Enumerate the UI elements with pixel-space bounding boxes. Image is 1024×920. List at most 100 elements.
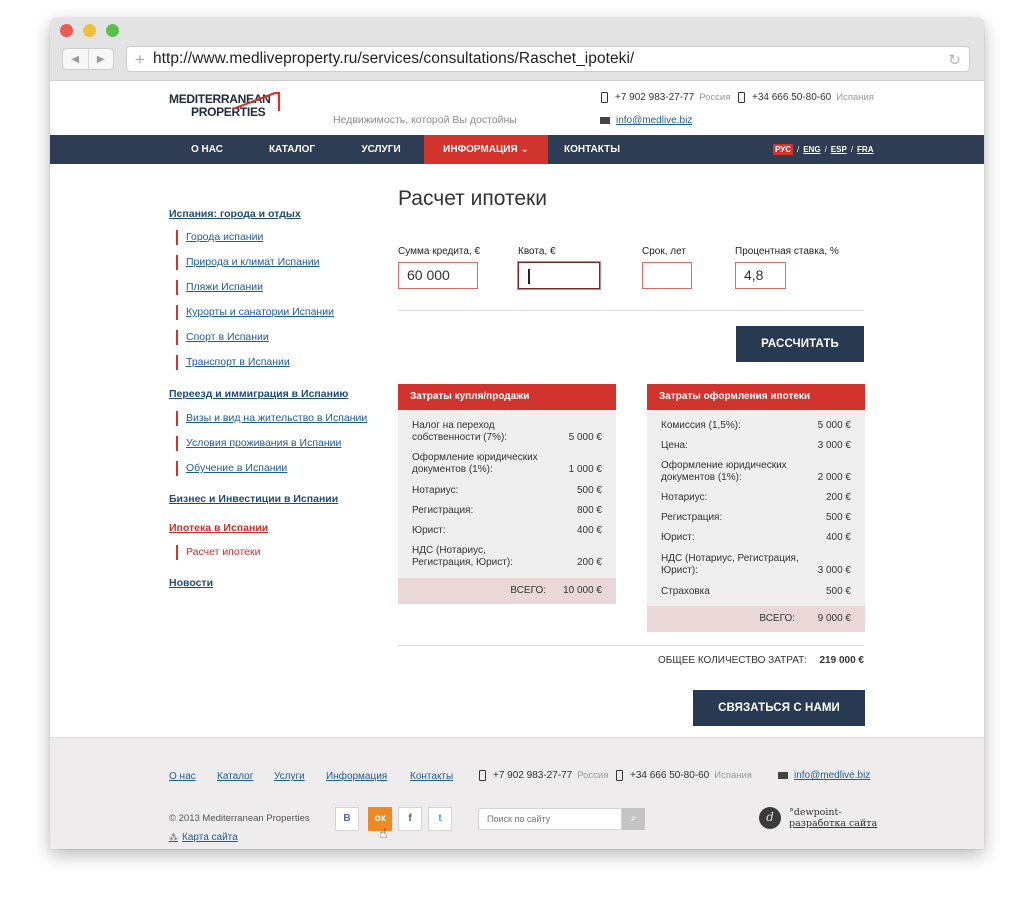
email-link[interactable]: info@medlive.biz: [616, 115, 692, 126]
row-value: 500 €: [576, 485, 602, 496]
nav-item-catalog[interactable]: КАТАЛОГ: [255, 135, 329, 164]
row-label: НДС (Нотариус, Регистрация, Юрист):: [412, 545, 513, 568]
nav-item-information[interactable]: ИНФОРМАЦИЯ ⌄: [424, 135, 548, 164]
sidebar-item-education[interactable]: Обучение в Испании: [176, 461, 287, 476]
sidebar-section-mortgage[interactable]: Ипотека в Испании: [169, 522, 268, 534]
mail-icon: [600, 117, 610, 124]
footer-link-contacts[interactable]: Контакты: [410, 771, 453, 782]
nav-item-services[interactable]: УСЛУГИ: [349, 135, 413, 164]
sidebar-item-resorts[interactable]: Курорты и санатории Испании: [176, 305, 334, 320]
row-value: 500 €: [825, 512, 851, 523]
quota-label: Квота, €: [518, 246, 556, 257]
page-title: Расчет ипотеки: [398, 187, 547, 210]
footer-email: info@medlive.biz: [778, 770, 870, 781]
browser-window: ◀ ▶ + http://www.medliveproperty.ru/serv…: [50, 18, 984, 849]
total-label: ВСЕГО:: [510, 585, 546, 596]
row-value: 200 €: [576, 557, 602, 568]
sidebar-item-transport[interactable]: Транспорт в Испании: [176, 355, 290, 370]
footer-link-services[interactable]: Услуги: [274, 771, 305, 782]
developer-tagline: разработка сайта: [789, 818, 878, 829]
sidebar-section-immigration[interactable]: Переезд и иммиграция в Испанию: [169, 388, 348, 400]
table-total-row: ВСЕГО: 9 000 €: [647, 606, 865, 632]
row-label: Юрист:: [412, 525, 446, 536]
row-label: Регистрация:: [412, 505, 474, 516]
sidebar-item-visas[interactable]: Визы и вид на жительство в Испании: [176, 411, 367, 426]
site-logo[interactable]: MEDITERRANEAN PROPERTIES: [169, 91, 289, 127]
twitter-share-icon[interactable]: t: [428, 807, 452, 831]
nav-item-about[interactable]: О НАС: [175, 135, 239, 164]
forward-arrow-icon[interactable]: ▶: [87, 49, 114, 69]
nav-item-contacts[interactable]: КОНТАКТЫ: [560, 135, 624, 164]
term-input[interactable]: [642, 262, 692, 289]
sidebar-item-cities[interactable]: Города испании: [176, 230, 263, 245]
sidebar-section-business[interactable]: Бизнес и Инвестиции в Испании: [169, 493, 338, 505]
sitemap-link[interactable]: ⁂ Карта сайта: [169, 832, 238, 843]
sidebar-item-nature[interactable]: Природа и климат Испании: [176, 255, 319, 270]
lang-es[interactable]: ESP: [831, 145, 847, 154]
lang-separator: /: [850, 145, 854, 154]
row-label: Комиссия (1,5%):: [661, 420, 741, 431]
dewpoint-logo-icon: d: [759, 807, 781, 829]
row-value: 200 €: [825, 492, 851, 503]
row-value: 3 000 €: [817, 565, 851, 576]
facebook-share-icon[interactable]: f: [398, 807, 422, 831]
developer-credit[interactable]: d °dewpoint- разработка сайта: [759, 807, 877, 829]
sidebar-section-news[interactable]: Новости: [169, 577, 213, 589]
search-input[interactable]: [478, 808, 622, 830]
lang-en[interactable]: ENG: [803, 145, 820, 154]
row-value: 400 €: [825, 532, 851, 543]
row-label: Оформление юридических документов (1%):: [412, 452, 538, 475]
row-label: Нотариус:: [412, 485, 459, 496]
language-switcher: РУС / ENG / ESP / FRA: [773, 144, 874, 155]
sidebar-item-sport[interactable]: Спорт в Испании: [176, 330, 269, 345]
loan-amount-input[interactable]: 60 000: [398, 262, 478, 289]
grand-total-label: ОБЩЕЕ КОЛИЧЕСТВО ЗАТРАТ:: [657, 655, 807, 666]
minimize-window-button[interactable]: [83, 24, 96, 37]
sidebar-item-mortgage-calc[interactable]: Расчет ипотеки: [176, 545, 260, 560]
row-value: 500 €: [825, 586, 851, 597]
address-url[interactable]: http://www.medliveproperty.ru/services/c…: [153, 50, 634, 68]
phone-number: +7 902 983-27-77: [615, 92, 695, 103]
phone-number: +34 666 50-80-60: [752, 92, 832, 103]
header-phone-es: +34 666 50-80-60 Испания: [738, 92, 874, 103]
sidebar-item-living[interactable]: Условия проживания в Испании: [176, 436, 341, 451]
footer-link-information[interactable]: Информация: [326, 771, 387, 782]
purchase-costs-table: Затраты купля/продажи Налог на переход с…: [398, 384, 616, 604]
phone-number: +34 666 50-80-60: [630, 770, 710, 781]
zoom-window-button[interactable]: [106, 24, 119, 37]
row-label: Страховка: [661, 586, 710, 597]
phone-icon: [479, 770, 486, 781]
email-link[interactable]: info@medlive.biz: [794, 770, 870, 781]
total-value: 10 000 €: [563, 585, 602, 596]
back-arrow-icon[interactable]: ◀: [63, 49, 88, 69]
calculate-button[interactable]: РАССЧИТАТЬ: [736, 326, 864, 362]
row-value: 5 000 €: [568, 432, 602, 443]
phone-icon: [616, 770, 623, 781]
search-icon[interactable]: ⌕: [622, 808, 645, 830]
row-label: Нотариус:: [661, 492, 708, 503]
reload-icon[interactable]: ↻: [948, 51, 961, 69]
header-phone-ru: +7 902 983-27-77 Россия: [601, 92, 730, 103]
footer-link-catalog[interactable]: Каталог: [217, 771, 253, 782]
nav-item-information-label: ИНФОРМАЦИЯ: [443, 144, 518, 155]
row-label: Налог на переход собственности (7%):: [412, 420, 508, 443]
quota-input[interactable]: [518, 262, 600, 289]
footer-link-about[interactable]: О нас: [169, 771, 196, 782]
lang-ru[interactable]: РУС: [773, 144, 793, 155]
phone-icon: [601, 92, 608, 103]
divider: [398, 310, 864, 311]
term-label: Срок, лет: [642, 246, 686, 257]
contact-us-button[interactable]: СВЯЗАТЬСЯ С НАМИ: [693, 690, 865, 726]
sidebar-item-beaches[interactable]: Пляжи Испании: [176, 280, 263, 295]
interest-rate-input[interactable]: 4,8: [735, 262, 786, 289]
close-window-button[interactable]: [60, 24, 73, 37]
address-bar[interactable]: + http://www.medliveproperty.ru/services…: [126, 46, 970, 72]
new-tab-plus-icon[interactable]: +: [127, 51, 153, 68]
row-value: 800 €: [576, 505, 602, 516]
chevron-down-icon: ⌄: [520, 144, 529, 155]
row-label: Оформление юридических документов (1%):: [661, 460, 787, 483]
lang-fr[interactable]: FRA: [857, 145, 873, 154]
sidebar-section-spain[interactable]: Испания: города и отдых: [169, 208, 301, 220]
vk-share-icon[interactable]: В: [335, 807, 359, 831]
history-nav: ◀ ▶: [62, 48, 114, 70]
